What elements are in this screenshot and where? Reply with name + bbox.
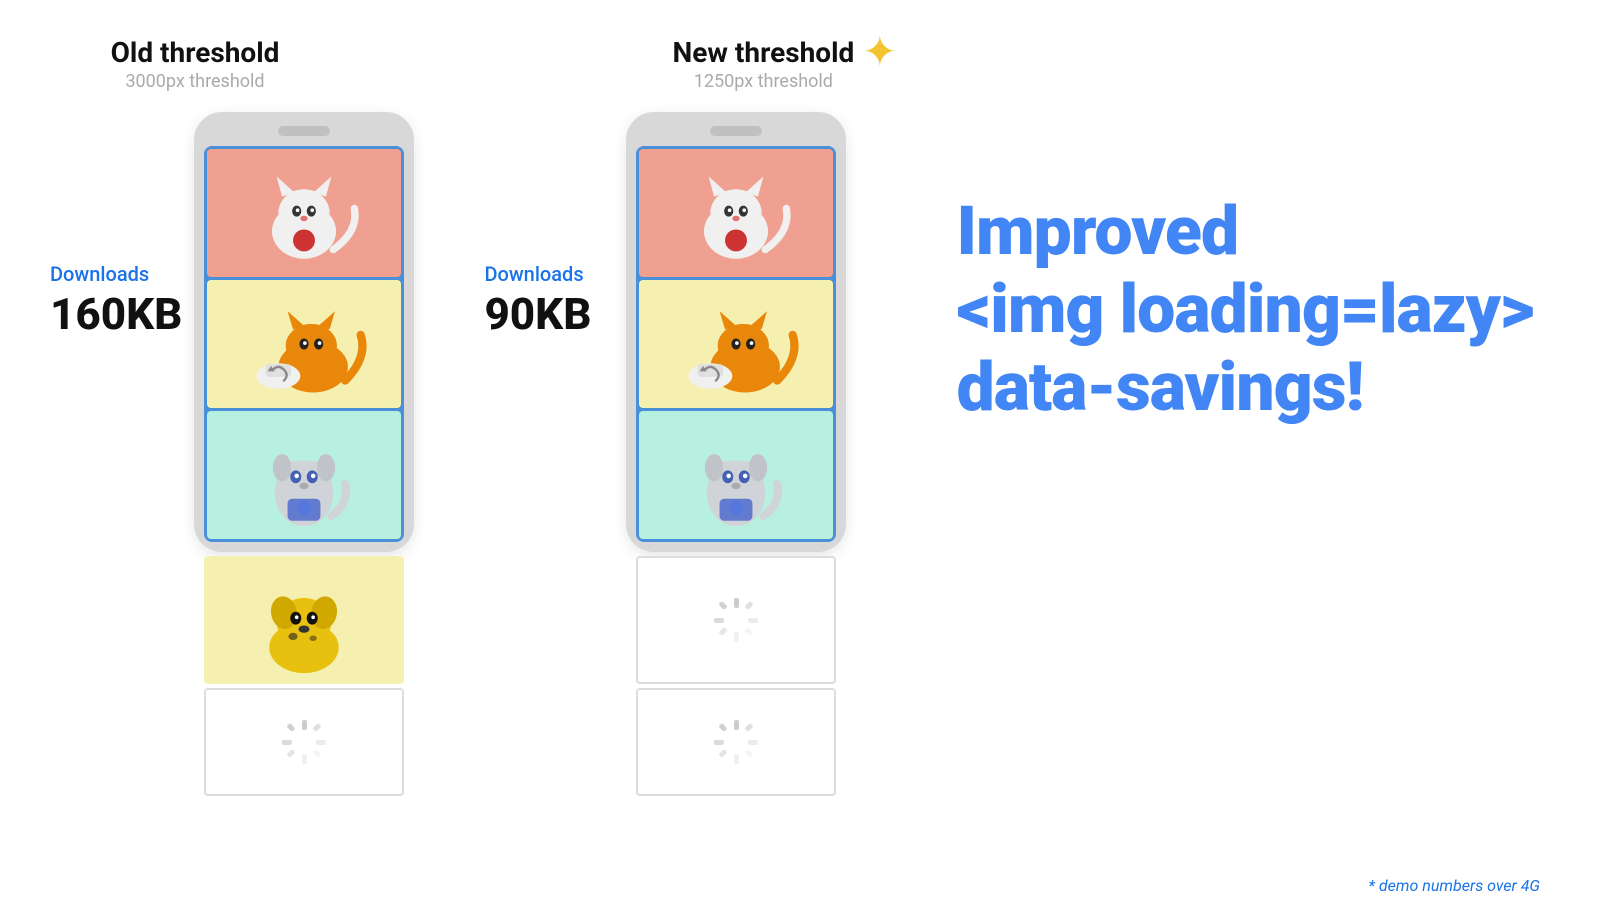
right-threshold-title: New threshold xyxy=(673,36,855,69)
left-download-label: Downloads xyxy=(50,262,182,286)
left-threshold-sub: 3000px threshold xyxy=(80,71,310,92)
right-loading-placeholder-1 xyxy=(636,556,836,684)
right-img-cat-salmon xyxy=(639,149,833,277)
right-phone-section xyxy=(626,112,846,796)
headline: Improved <img loading=lazy> data-savings… xyxy=(956,192,1560,427)
left-threshold-header: Old threshold 3000px threshold xyxy=(80,36,310,92)
right-threshold-header: New threshold 1250px threshold ✦ xyxy=(670,36,900,92)
sparkle-icon: ✦ xyxy=(862,32,897,74)
right-phone xyxy=(626,112,846,552)
headline-line3: data-savings! xyxy=(956,348,1560,426)
right-phone-notch xyxy=(710,126,762,136)
left-phone-screen xyxy=(204,146,404,542)
headline-line2: <img loading=lazy> xyxy=(956,270,1560,348)
right-download-info: Downloads 90KB xyxy=(484,112,614,340)
phone-notch xyxy=(278,126,330,136)
right-threshold-sub: 1250px threshold xyxy=(673,71,855,92)
right-text-content: Improved <img loading=lazy> data-savings… xyxy=(896,112,1560,427)
right-download-size: 90KB xyxy=(484,288,614,340)
right-spinner-icon-1 xyxy=(710,594,762,646)
left-threshold-title: Old threshold xyxy=(80,36,310,69)
left-img-cat-salmon xyxy=(207,149,401,277)
left-download-size: 160KB xyxy=(50,288,182,340)
footer-note: * demo numbers over 4G xyxy=(1368,876,1540,895)
left-img-dog-below xyxy=(204,556,404,684)
right-loading-placeholder-2 xyxy=(636,688,836,796)
left-download-info: Downloads 160KB xyxy=(50,112,182,340)
right-img-cat-yellow xyxy=(639,280,833,408)
right-spinner-icon-2 xyxy=(710,716,762,768)
headline-line1: Improved xyxy=(956,192,1560,270)
right-img-dog-teal xyxy=(639,411,833,539)
left-phone xyxy=(194,112,414,552)
left-spinner-icon xyxy=(278,716,330,768)
right-download-label: Downloads xyxy=(484,262,614,286)
left-img-cat-yellow xyxy=(207,280,401,408)
left-img-dog-teal xyxy=(207,411,401,539)
right-phone-screen xyxy=(636,146,836,542)
left-loading-placeholder xyxy=(204,688,404,796)
left-phone-section xyxy=(194,112,414,796)
